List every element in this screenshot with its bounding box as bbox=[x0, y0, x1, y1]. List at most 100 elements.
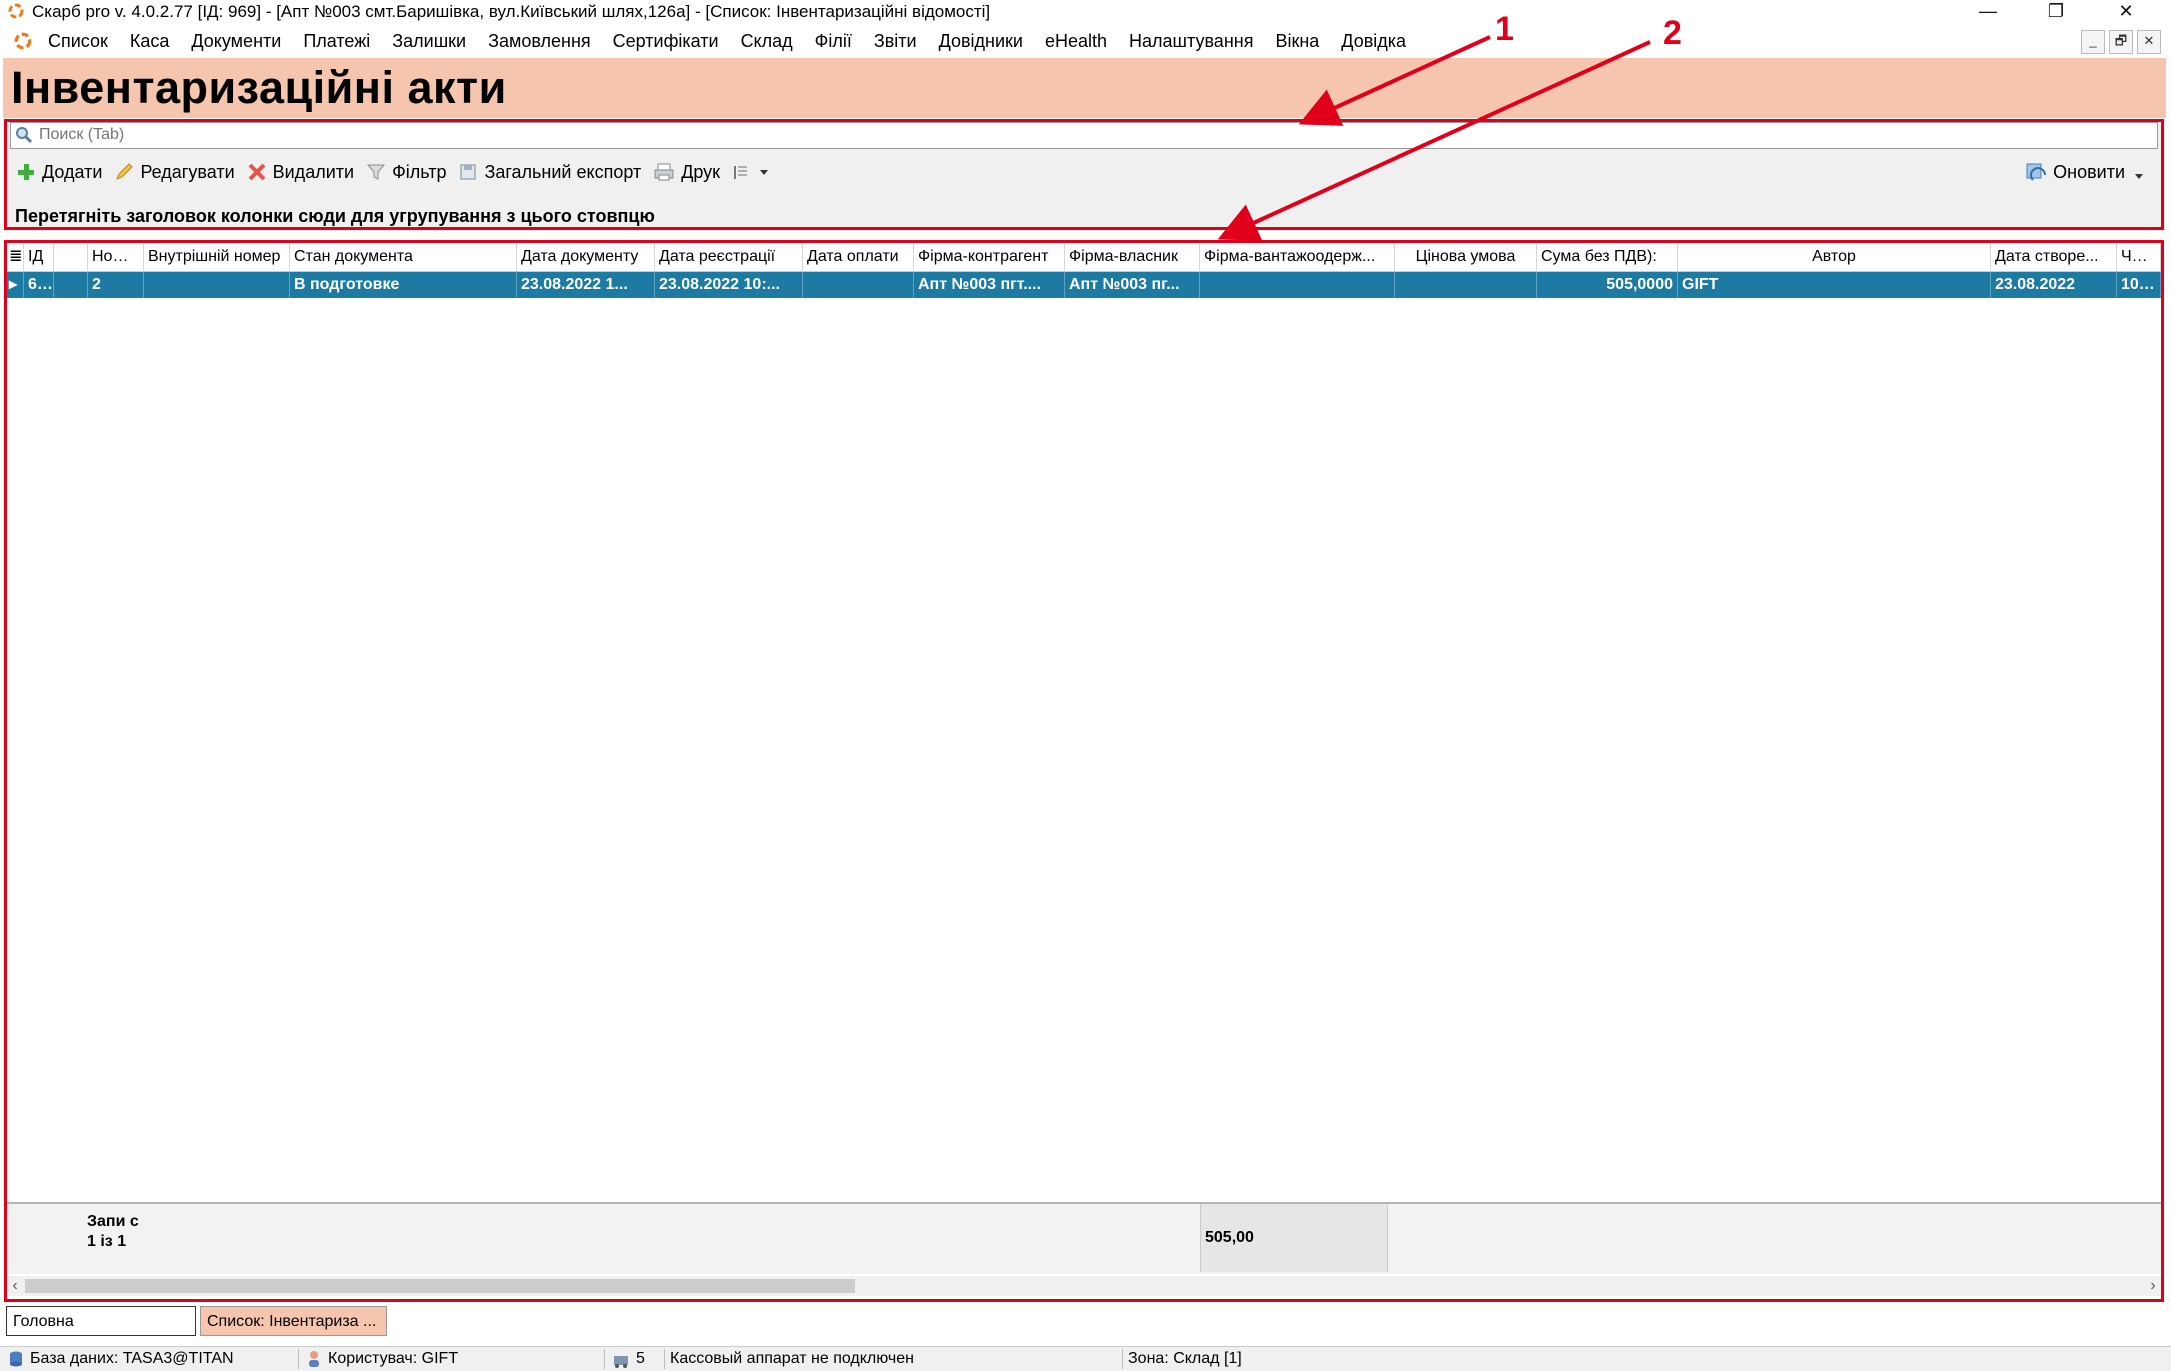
menu-item-platezhi[interactable]: Платежі bbox=[303, 31, 370, 52]
restore-button[interactable]: ❐ bbox=[2033, 0, 2079, 22]
cell-created-time[interactable]: 10:02: bbox=[2117, 272, 2161, 298]
cell-author[interactable]: GIFT bbox=[1678, 272, 1991, 298]
group-by-hint[interactable]: Перетягніть заголовок колонки сюди для у… bbox=[15, 206, 655, 227]
column-chooser-button[interactable] bbox=[732, 162, 776, 182]
cell-price-condition[interactable] bbox=[1395, 272, 1537, 298]
menu-item-kasa[interactable]: Каса bbox=[130, 31, 170, 52]
status-separator bbox=[664, 1349, 665, 1369]
table-row[interactable]: ▸ 6... 2 В подготовке 23.08.2022 1... 23… bbox=[7, 272, 2161, 298]
menu-item-dokumenty[interactable]: Документи bbox=[191, 31, 281, 52]
column-header-created-date[interactable]: Дата створе... bbox=[1991, 243, 2117, 271]
scroll-right-icon[interactable]: › bbox=[2145, 1276, 2161, 1296]
app-logo-icon bbox=[8, 3, 24, 19]
column-header-author[interactable]: Автор bbox=[1678, 243, 1991, 271]
title-bar: Скарб pro v. 4.0.2.77 [ІД: 969] - [Апт №… bbox=[0, 0, 2171, 22]
delete-label: Видалити bbox=[272, 161, 355, 182]
column-header-doc-date[interactable]: Дата документу bbox=[517, 243, 655, 271]
search-input[interactable] bbox=[37, 123, 2141, 147]
edit-button[interactable]: Редагувати bbox=[114, 161, 235, 183]
menu-item-sklad[interactable]: Склад bbox=[741, 31, 793, 52]
menu-item-zalyshky[interactable]: Залишки bbox=[392, 31, 466, 52]
filter-button[interactable]: Фільтр bbox=[366, 162, 446, 183]
export-button[interactable]: Загальний експорт bbox=[458, 162, 641, 183]
menu-item-dovidka[interactable]: Довідка bbox=[1341, 31, 1406, 52]
mdi-minimize-button[interactable]: _ bbox=[2081, 30, 2105, 54]
cell-blank[interactable] bbox=[54, 272, 88, 298]
column-header-internal-number[interactable]: Внутрішній номер bbox=[144, 243, 290, 271]
edit-label: Редагувати bbox=[140, 161, 235, 182]
mdi-close-button[interactable]: ✕ bbox=[2137, 30, 2161, 54]
cell-payment-date[interactable] bbox=[803, 272, 914, 298]
minimize-button[interactable]: — bbox=[1965, 0, 2011, 22]
column-header-consignee[interactable]: Фірма-вантажоодерж... bbox=[1200, 243, 1395, 271]
column-header-created-time[interactable]: Час ст bbox=[2117, 243, 2161, 271]
menu-item-spysok[interactable]: Список bbox=[48, 31, 108, 52]
column-header-price-condition[interactable]: Цінова умова bbox=[1395, 243, 1537, 271]
menu-logo-icon[interactable] bbox=[14, 32, 32, 50]
menu-item-zvity[interactable]: Звіти bbox=[874, 31, 917, 52]
close-button[interactable]: ✕ bbox=[2103, 0, 2149, 22]
status-bar: База даних: TASA3@TITAN Користувач: GIFT… bbox=[0, 1346, 2171, 1371]
menu-item-zamovlennia[interactable]: Замовлення bbox=[488, 31, 591, 52]
column-header-counterparty[interactable]: Фірма-контрагент bbox=[914, 243, 1065, 271]
data-grid: ≣ ІД Номер Внутрішній номер Стан докумен… bbox=[7, 243, 2161, 1298]
page-header: Інвентаризаційні акти bbox=[3, 58, 2166, 118]
cell-owner[interactable]: Апт №003 пг... bbox=[1065, 272, 1200, 298]
records-count: Запи с 1 із 1 bbox=[87, 1213, 139, 1250]
export-icon bbox=[460, 164, 476, 180]
column-header-number[interactable]: Номер bbox=[88, 243, 144, 271]
export-label: Загальний експорт bbox=[484, 161, 642, 182]
print-button[interactable]: Друк bbox=[653, 162, 720, 183]
filter-label: Фільтр bbox=[392, 161, 447, 182]
cell-doc-date[interactable]: 23.08.2022 1... bbox=[517, 272, 655, 298]
column-header-blank[interactable] bbox=[54, 243, 88, 271]
cell-created-date[interactable]: 23.08.2022 bbox=[1991, 272, 2117, 298]
column-header-doc-status[interactable]: Стан документа bbox=[290, 243, 517, 271]
column-header-sum-no-vat[interactable]: Сума без ПДВ): bbox=[1537, 243, 1678, 271]
scroll-left-icon[interactable]: ‹ bbox=[7, 1276, 23, 1296]
page-title: Інвентаризаційні акти bbox=[11, 62, 507, 113]
search-box[interactable] bbox=[10, 122, 2158, 149]
cell-number[interactable]: 2 bbox=[88, 272, 144, 298]
tab-inventory-list[interactable]: Список: Інвентариза ... bbox=[200, 1306, 387, 1336]
cell-registration-date[interactable]: 23.08.2022 10:... bbox=[655, 272, 803, 298]
row-indicator-icon: ▸ bbox=[7, 272, 24, 298]
add-label: Додати bbox=[42, 161, 103, 182]
delete-button[interactable]: Видалити bbox=[247, 162, 354, 183]
workstation-icon bbox=[614, 1356, 628, 1368]
refresh-button[interactable]: Оновити bbox=[2025, 158, 2145, 186]
print-label: Друк bbox=[681, 161, 721, 182]
menu-bar: Список Каса Документи Платежі Залишки За… bbox=[0, 26, 2171, 56]
mdi-restore-button[interactable]: 🗗 bbox=[2109, 30, 2133, 54]
cell-consignee[interactable] bbox=[1200, 272, 1395, 298]
database-icon bbox=[10, 1351, 22, 1367]
add-button[interactable]: Додати bbox=[16, 162, 102, 183]
column-header-owner[interactable]: Фірма-власник bbox=[1065, 243, 1200, 271]
grid-footer: Запи с 1 із 1 505,00 bbox=[7, 1202, 2161, 1274]
horizontal-scrollbar[interactable]: ‹ › bbox=[7, 1276, 2161, 1296]
column-header-registration-date[interactable]: Дата реєстрації bbox=[655, 243, 803, 271]
menu-item-nalashtuvannia[interactable]: Налаштування bbox=[1129, 31, 1253, 52]
status-separator bbox=[604, 1349, 605, 1369]
menu-item-sertyfikaty[interactable]: Сертифікати bbox=[613, 31, 719, 52]
pencil-icon bbox=[116, 163, 134, 180]
cell-sum-no-vat[interactable]: 505,0000 bbox=[1537, 272, 1678, 298]
menu-item-ehealth[interactable]: eHealth bbox=[1045, 31, 1107, 52]
column-header-payment-date[interactable]: Дата оплати bbox=[803, 243, 914, 271]
cell-doc-status[interactable]: В подготовке bbox=[290, 272, 517, 298]
window-title: Скарб pro v. 4.0.2.77 [ІД: 969] - [Апт №… bbox=[32, 2, 991, 21]
cell-id[interactable]: 6... bbox=[24, 272, 54, 298]
column-header-id[interactable]: ІД bbox=[24, 243, 54, 271]
chevron-down-icon[interactable] bbox=[2133, 170, 2145, 182]
status-cash-register: Кассовый аппарат не подключен bbox=[670, 1350, 914, 1367]
status-count-label: 5 bbox=[636, 1350, 645, 1367]
cell-counterparty[interactable]: Апт №003 пгт.... bbox=[914, 272, 1065, 298]
menu-item-vikna[interactable]: Вікна bbox=[1275, 31, 1319, 52]
scrollbar-thumb[interactable] bbox=[25, 1279, 855, 1293]
column-chooser-icon[interactable]: ≣ bbox=[7, 243, 24, 271]
menu-item-filii[interactable]: Філії bbox=[815, 31, 852, 52]
grid-header: ≣ ІД Номер Внутрішній номер Стан докумен… bbox=[7, 243, 2161, 272]
tab-home[interactable]: Головна bbox=[6, 1306, 196, 1336]
menu-item-dovidnyky[interactable]: Довідники bbox=[939, 31, 1023, 52]
cell-internal-number[interactable] bbox=[144, 272, 290, 298]
